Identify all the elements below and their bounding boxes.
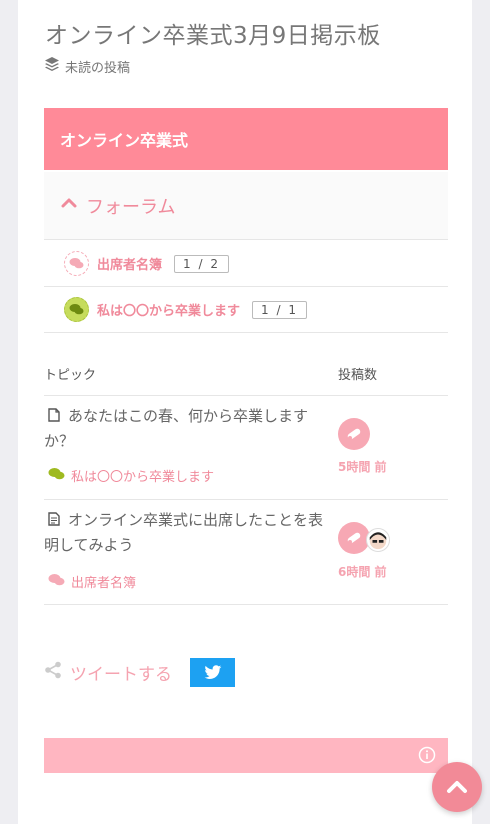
chevron-up-icon <box>60 194 78 217</box>
scroll-to-top-button[interactable] <box>432 762 482 812</box>
forum-toggle-label: フォーラム <box>86 196 176 218</box>
twitter-share-button[interactable] <box>190 657 235 687</box>
diploma-icon <box>347 532 361 544</box>
topic-forum-link[interactable]: 出席者名簿 <box>48 572 136 591</box>
page-title: オンライン卒業式3月9日掲示板 <box>45 23 381 49</box>
share-icon <box>44 661 62 683</box>
share-section: ツイートする <box>44 657 235 687</box>
board-header: オンライン卒業式 <box>44 108 448 170</box>
chevron-up-icon <box>447 781 467 793</box>
main-page: オンライン卒業式3月9日掲示板 未読の投稿 オンライン卒業式 フォーラム 出席者… <box>18 0 472 824</box>
participant-avatars <box>338 418 370 450</box>
subforum-graduation[interactable]: 私は〇〇から卒業します 1 / 1 <box>44 287 448 333</box>
chat-bubbles-icon <box>64 297 89 322</box>
unread-posts-label: 未読の投稿 <box>65 60 131 76</box>
topic-forum-link[interactable]: 私は〇〇から卒業します <box>48 466 214 485</box>
document-icon <box>44 407 68 425</box>
topic-title-text: あなたはこの春、何から卒業しますか？ <box>44 407 309 450</box>
table-row: あなたはこの春、何から卒業しますか？ 私は〇〇から卒業します 5時間 前 <box>44 396 448 500</box>
table-row: オンライン卒業式に出席したことを表明してみよう 出席者名簿 6時間 前 <box>44 500 448 605</box>
topic-title-link[interactable]: オンライン卒業式に出席したことを表明してみよう <box>44 508 334 558</box>
chat-bubbles-icon <box>64 251 89 276</box>
diploma-icon <box>347 428 361 440</box>
subforum-name: 私は〇〇から卒業します <box>97 304 241 319</box>
page-count-badge[interactable]: 1 / 1 <box>252 300 307 319</box>
last-post-time[interactable]: 6時間 前 <box>338 563 387 580</box>
twitter-bird-icon <box>203 664 221 679</box>
avatar[interactable] <box>338 418 370 450</box>
column-header-topic: トピック <box>44 368 97 383</box>
topic-forum-name: 出席者名簿 <box>71 576 137 591</box>
unread-posts-link[interactable]: 未読の投稿 <box>44 56 130 76</box>
topic-table-header: トピック 投稿数 <box>44 356 448 396</box>
chat-bubbles-icon <box>48 573 65 591</box>
topic-title-text: オンライン卒業式に出席したことを表明してみよう <box>44 511 324 554</box>
layers-icon <box>44 56 60 76</box>
participant-avatars <box>338 522 390 554</box>
footer-bar <box>44 738 448 773</box>
page-count-badge[interactable]: 1 / 2 <box>174 254 229 273</box>
tweet-label[interactable]: ツイートする <box>70 660 172 685</box>
topic-title-link[interactable]: あなたはこの春、何から卒業しますか？ <box>44 404 334 454</box>
subforum-attendee-list[interactable]: 出席者名簿 1 / 2 <box>44 241 448 287</box>
avatar[interactable] <box>366 528 390 552</box>
last-post-time[interactable]: 5時間 前 <box>338 458 387 475</box>
column-header-posts: 投稿数 <box>338 368 378 383</box>
subforum-name: 出席者名簿 <box>97 258 163 273</box>
document-text-icon <box>44 511 68 529</box>
forum-toggle[interactable]: フォーラム <box>44 172 448 240</box>
topic-forum-name: 私は〇〇から卒業します <box>71 470 215 485</box>
info-icon[interactable] <box>418 746 436 764</box>
chat-bubbles-icon <box>48 467 65 485</box>
